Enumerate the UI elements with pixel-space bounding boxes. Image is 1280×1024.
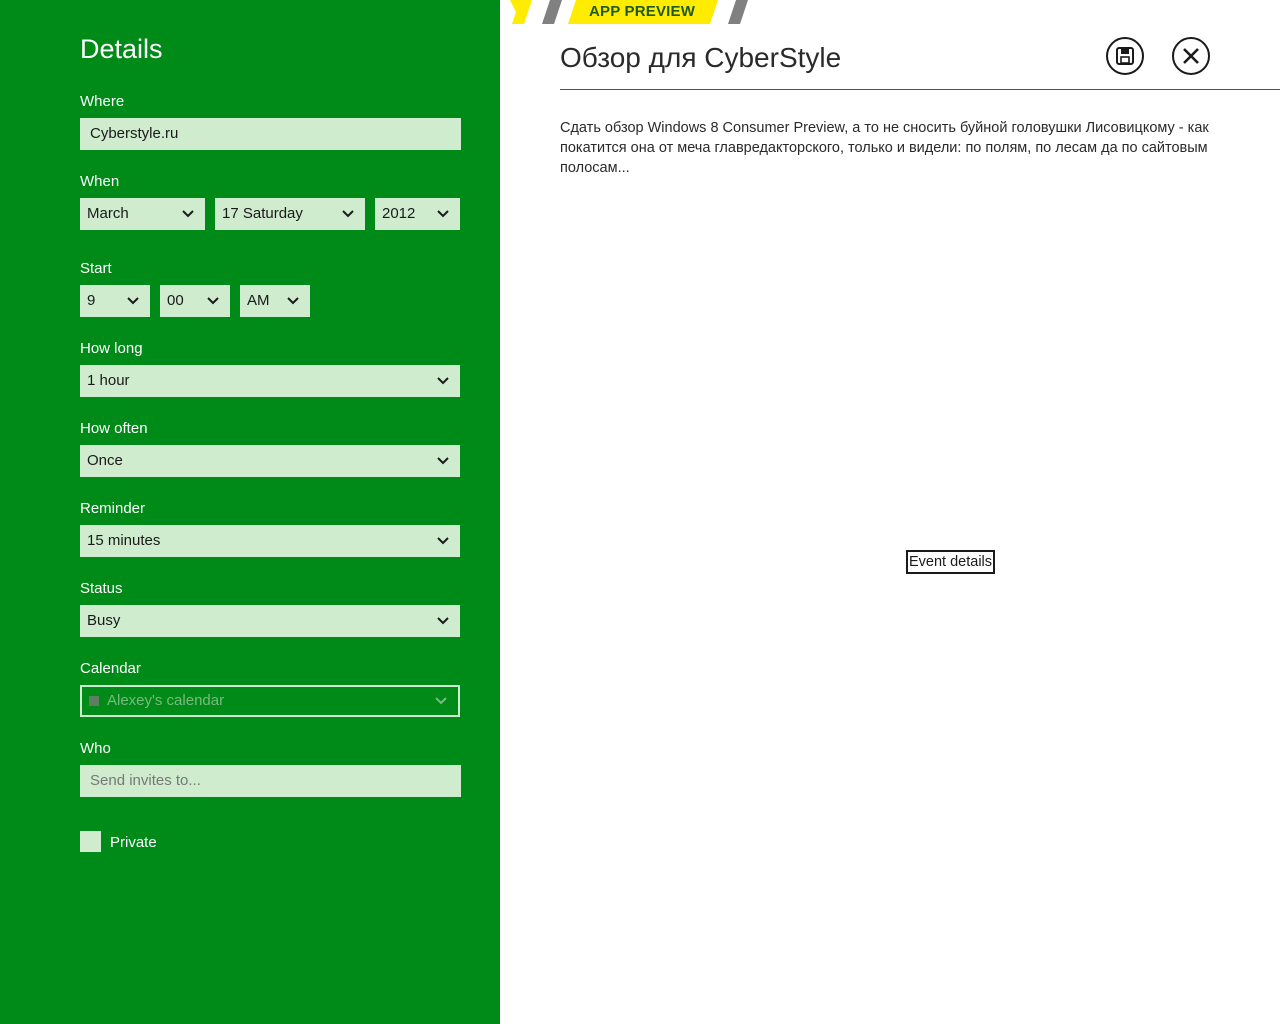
reminder-value: 15 minutes <box>87 532 161 549</box>
details-title: Details <box>80 34 163 64</box>
chevron-down-icon <box>206 294 220 308</box>
where-label: Where <box>80 93 125 110</box>
app-preview-label: APP PREVIEW <box>589 3 696 20</box>
close-icon <box>1183 48 1199 64</box>
where-input[interactable]: Cyberstyle.ru <box>80 118 461 150</box>
when-label: When <box>80 173 120 190</box>
chevron-down-icon <box>286 294 300 308</box>
start-label: Start <box>80 260 112 277</box>
event-title[interactable]: Обзор для CyberStyle <box>560 42 841 74</box>
month-value: March <box>87 205 129 222</box>
details-pane: Details Where Cyberstyle.ru When March 1… <box>0 0 500 1024</box>
day-select[interactable]: 17 Saturday <box>215 198 365 230</box>
chevron-down-icon <box>341 207 355 221</box>
month-select[interactable]: March <box>80 198 205 230</box>
private-label: Private <box>110 834 157 851</box>
minute-value: 00 <box>167 292 184 309</box>
chevron-down-icon <box>436 614 450 628</box>
reminder-label: Reminder <box>80 500 146 517</box>
status-value: Busy <box>87 612 121 629</box>
status-label: Status <box>80 580 123 597</box>
who-label: Who <box>80 740 111 757</box>
how-often-value: Once <box>87 452 123 469</box>
save-button[interactable] <box>1106 37 1144 75</box>
event-details-tooltip: Event details <box>906 550 996 574</box>
chevron-down-icon <box>436 454 450 468</box>
who-input[interactable]: Send invites to... <box>80 765 461 797</box>
ampm-value: AM <box>247 292 270 309</box>
how-long-value: 1 hour <box>87 372 130 389</box>
title-divider <box>560 89 1280 90</box>
ampm-select[interactable]: AM <box>240 285 310 317</box>
calendar-label: Calendar <box>80 660 141 677</box>
minute-select[interactable]: 00 <box>160 285 230 317</box>
reminder-select[interactable]: 15 minutes <box>80 525 460 557</box>
chevron-down-icon <box>436 207 450 221</box>
event-description[interactable]: Сдать обзор Windows 8 Consumer Preview, … <box>560 118 1210 178</box>
save-icon <box>1116 47 1134 65</box>
chevron-down-icon <box>436 534 450 548</box>
calendar-select: Alexey's calendar <box>80 685 460 717</box>
chevron-down-icon <box>126 294 140 308</box>
close-button[interactable] <box>1172 37 1210 75</box>
chevron-down-icon <box>181 207 195 221</box>
chevron-down-icon <box>434 694 448 708</box>
chevron-down-icon <box>436 374 450 388</box>
calendar-value: Alexey's calendar <box>107 692 225 709</box>
year-select[interactable]: 2012 <box>375 198 460 230</box>
how-long-select[interactable]: 1 hour <box>80 365 460 397</box>
status-select[interactable]: Busy <box>80 605 460 637</box>
hour-value: 9 <box>87 292 96 309</box>
how-often-select[interactable]: Once <box>80 445 460 477</box>
day-value: 17 Saturday <box>222 205 303 222</box>
calendar-color-swatch <box>89 696 99 706</box>
how-often-label: How often <box>80 420 148 437</box>
hour-select[interactable]: 9 <box>80 285 150 317</box>
how-long-label: How long <box>80 340 143 357</box>
year-value: 2012 <box>382 205 416 222</box>
private-checkbox[interactable] <box>80 831 101 852</box>
